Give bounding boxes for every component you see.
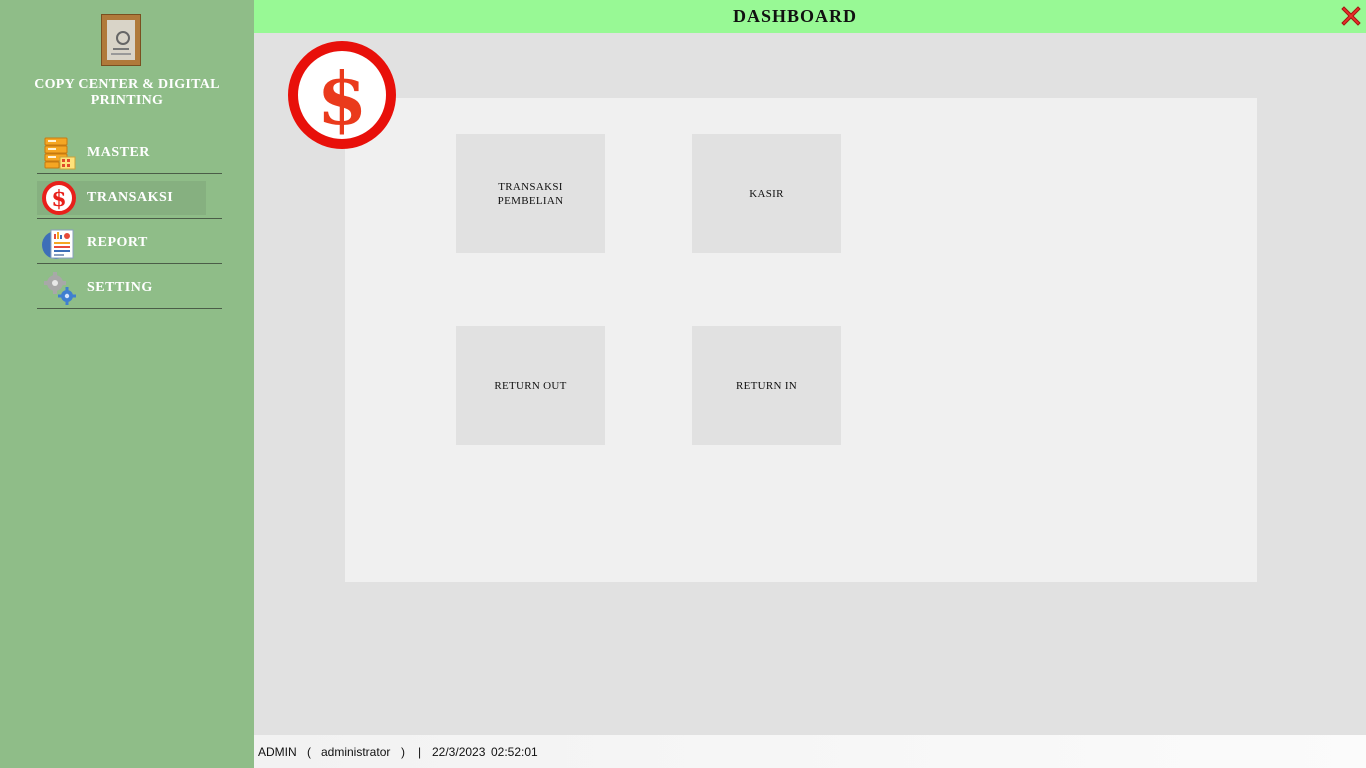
status-user: ADMIN: [258, 745, 297, 759]
transaksi-pembelian-button[interactable]: TRANSAKSI PEMBELIAN: [456, 134, 605, 253]
company-name-line1: COPY CENTER & DIGITAL: [34, 77, 220, 92]
status-time: 02:52:01: [491, 745, 538, 759]
sidebar-menu: MASTER $ TRANSAKSI REPORT SETTING: [37, 130, 222, 310]
close-icon: [1341, 6, 1361, 26]
status-separator: |: [418, 745, 422, 759]
page-title: DASHBOARD: [732, 6, 857, 26]
sidebar: COPY CENTER & DIGITAL PRINTING MASTER $ …: [0, 0, 254, 768]
sidebar-item-label: TRANSAKSI: [87, 190, 174, 205]
tile-label: RETURN OUT: [494, 379, 567, 392]
status-paren-open: (: [307, 745, 311, 759]
sidebar-item-transaksi[interactable]: $ TRANSAKSI: [37, 175, 222, 219]
header-bar: DASHBOARD: [254, 0, 1366, 33]
status-date: 22/3/2023: [432, 745, 486, 759]
svg-text:$: $: [51, 186, 66, 212]
tile-label: RETURN IN: [735, 379, 798, 392]
sidebar-item-setting[interactable]: SETTING: [37, 265, 222, 309]
dollar-icon: $: [42, 181, 76, 215]
company-name: COPY CENTER & DIGITAL PRINTING: [0, 77, 254, 109]
tile-label-line1: TRANSAKSI: [498, 180, 563, 193]
svg-text:$: $: [317, 56, 367, 141]
sidebar-item-master[interactable]: MASTER: [37, 130, 222, 174]
gears-icon: [42, 271, 76, 305]
dollar-icon: $: [284, 40, 399, 150]
company-name-line2: PRINTING: [90, 93, 164, 108]
close-button[interactable]: [1338, 3, 1364, 29]
database-icon: [42, 136, 76, 170]
status-bar: ADMIN ( administrator ) | 22/3/2023 02:5…: [254, 735, 1366, 768]
return-out-button[interactable]: RETURN OUT: [456, 326, 605, 445]
transaksi-panel: TRANSAKSI PEMBELIAN KASIR RETURN OUT RET…: [345, 98, 1257, 582]
tile-label: KASIR: [749, 187, 784, 200]
return-in-button[interactable]: RETURN IN: [692, 326, 841, 445]
sidebar-item-label: MASTER: [87, 145, 150, 160]
sidebar-item-report[interactable]: REPORT: [37, 220, 222, 264]
sidebar-item-label: SETTING: [87, 280, 153, 295]
tile-label: TRANSAKSI PEMBELIAN: [498, 180, 564, 208]
sidebar-item-label: REPORT: [87, 235, 148, 250]
tile-label-line2: PEMBELIAN: [497, 194, 564, 207]
status-paren-close: ): [401, 745, 405, 759]
status-role: administrator: [321, 745, 391, 759]
kasir-button[interactable]: KASIR: [692, 134, 841, 253]
report-icon: [42, 226, 76, 260]
company-logo: [101, 14, 141, 66]
